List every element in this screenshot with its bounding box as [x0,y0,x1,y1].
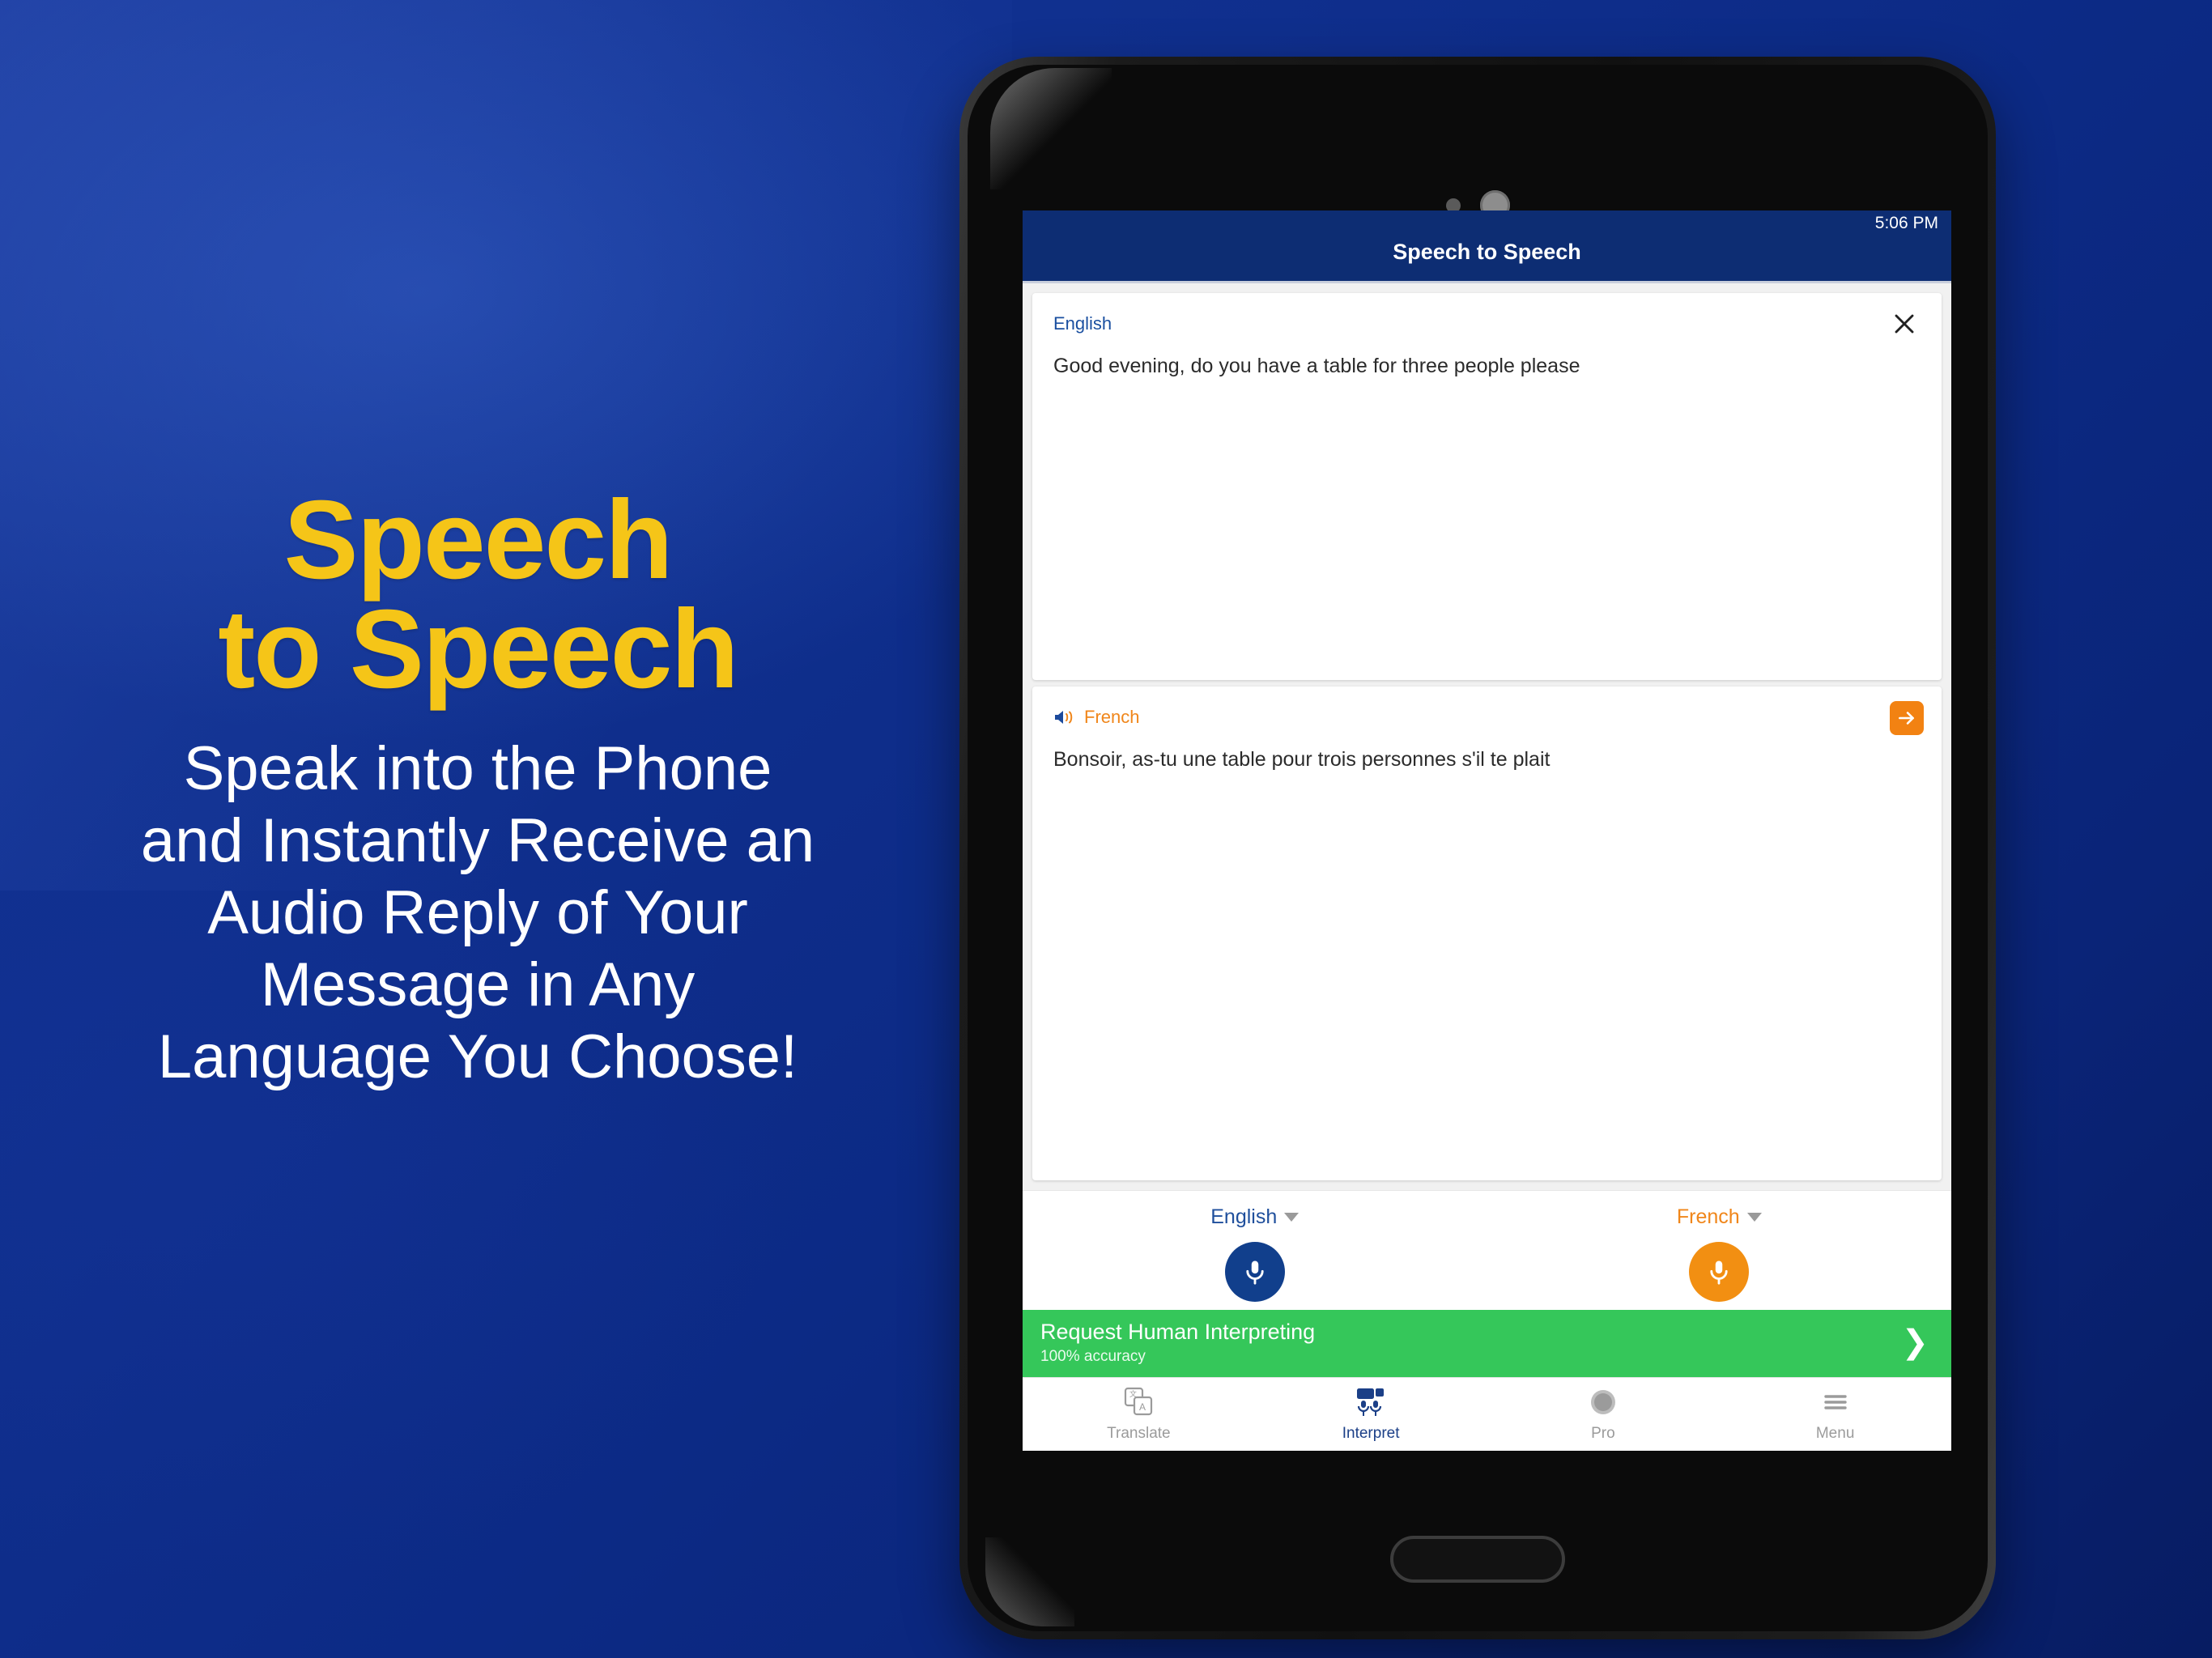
promo-subtitle: Speak into the Phone and Instantly Recei… [140,734,815,1092]
app-bar: 5:06 PM Speech to Speech [1023,210,1951,283]
target-language-selector-label: French [1676,1205,1740,1228]
source-card-header: English [1053,311,1921,337]
source-language-label: English [1053,313,1112,334]
chevron-right-icon: ❯ [1901,1324,1929,1361]
status-bar-time: 5:06 PM [1874,214,1938,232]
target-language-selector[interactable]: French [1677,1205,1762,1229]
translate-icon: 文 A [1122,1384,1155,1420]
target-card-header: French [1053,704,1921,730]
tab-pro-label: Pro [1591,1425,1615,1442]
tab-menu[interactable]: Menu [1719,1384,1951,1443]
target-microphone-button[interactable] [1689,1241,1750,1302]
banner-title: Request Human Interpreting [1040,1319,1316,1344]
bezel-highlight-bottom-left [985,1537,1074,1626]
tablet-bezel: 5:06 PM Speech to Speech English Good ev… [968,65,1988,1631]
page-title: Speech to Speech [1393,240,1581,264]
speaker-icon[interactable] [1053,708,1074,726]
speech-controls: English French [1023,1189,1952,1310]
tablet-device-frame: 5:06 PM Speech to Speech English Good ev… [959,57,1996,1639]
hamburger-menu-icon [1819,1384,1852,1420]
tab-interpret-label: Interpret [1342,1425,1400,1442]
source-text-card[interactable]: English Good evening, do you have a tabl… [1032,293,1942,680]
promo-title: Speech to Speech [218,478,738,712]
source-language-selector-label: English [1210,1205,1278,1228]
banner-subtitle: 100% accuracy [1040,1348,1146,1365]
promo-copy: Speech to Speech Speak into the Phone an… [0,478,955,1094]
bottom-tab-bar: 文 A Translate Interpret Pro Menu [1023,1377,1951,1451]
close-icon[interactable] [1888,308,1921,340]
chevron-down-icon [1746,1212,1762,1222]
interpret-icon [1354,1384,1388,1420]
tab-interpret[interactable]: Interpret [1255,1384,1487,1443]
source-microphone-button[interactable] [1224,1241,1285,1302]
source-language-selector[interactable]: English [1210,1205,1300,1229]
chevron-down-icon [1284,1212,1300,1222]
tab-translate-label: Translate [1107,1425,1171,1442]
arrow-right-icon[interactable] [1890,701,1924,735]
tab-pro[interactable]: Pro [1487,1384,1720,1443]
bezel-highlight-top-left [990,68,1112,189]
pro-badge-icon [1587,1384,1619,1420]
source-control-column: English [1023,1205,1487,1302]
target-text-card[interactable]: French Bonsoir, as-tu une table pour tro… [1032,687,1942,1180]
tab-menu-label: Menu [1815,1425,1855,1442]
request-human-interpreting-banner[interactable]: Request Human Interpreting 100% accuracy… [1023,1309,1951,1377]
target-control-column: French [1487,1205,1952,1302]
svg-text:A: A [1139,1401,1146,1413]
app-screen: 5:06 PM Speech to Speech English Good ev… [1023,210,1951,1451]
source-text[interactable]: Good evening, do you have a table for th… [1053,353,1921,380]
translation-panels: English Good evening, do you have a tabl… [1023,283,1951,1190]
target-text[interactable]: Bonsoir, as-tu une table pour trois pers… [1053,746,1921,774]
home-button[interactable] [1390,1536,1565,1583]
target-language-label: French [1084,707,1140,727]
tab-translate[interactable]: 文 A Translate [1023,1384,1255,1443]
